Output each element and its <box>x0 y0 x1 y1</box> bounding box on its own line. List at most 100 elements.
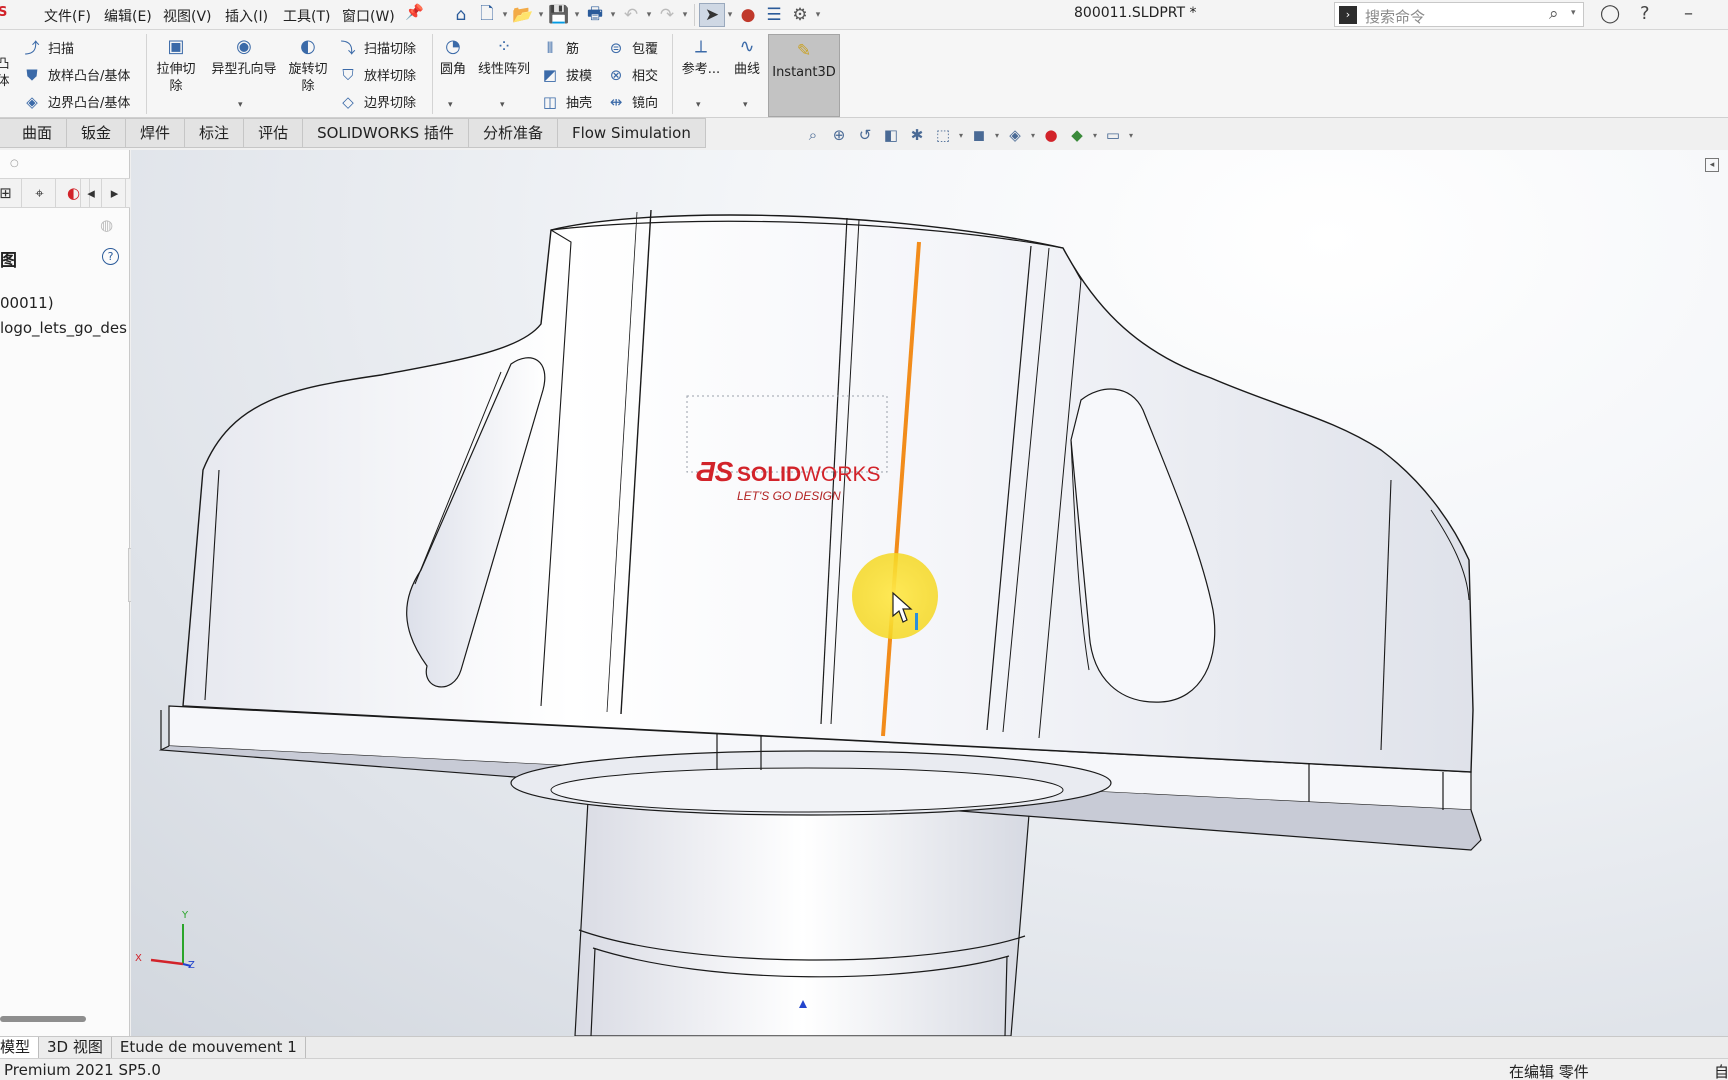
tab-solidworks-addins[interactable]: SOLIDWORKS 插件 <box>303 118 469 148</box>
mirror-button[interactable]: ⇹ 镜向 <box>606 92 658 112</box>
menu-edit[interactable]: 编辑(E) <box>104 6 152 26</box>
solidworks-logo[interactable]: S <box>0 5 7 20</box>
draft-button[interactable]: ◩ 拔模 <box>540 65 592 85</box>
fillet-button[interactable]: ◔ 圆角 <box>436 36 470 78</box>
tab-motion-study[interactable]: Etude de mouvement 1 <box>112 1037 306 1059</box>
pin-icon[interactable]: 📌 <box>405 3 424 21</box>
select-icon[interactable]: ➤ <box>699 3 725 27</box>
tab-model[interactable]: 模型 <box>0 1037 40 1059</box>
new-document-icon[interactable]: 🗋 <box>474 3 500 27</box>
tab-flow-simulation[interactable]: Flow Simulation <box>557 118 706 148</box>
previous-view-icon[interactable]: ↺ <box>852 124 878 146</box>
redo-dropdown-icon[interactable]: ▾ <box>680 10 690 20</box>
hide-show-items-icon[interactable]: ◈ <box>1002 124 1028 146</box>
new-dropdown-icon[interactable]: ▾ <box>500 10 510 20</box>
tab-sheet-metal[interactable]: 钣金 <box>67 118 127 148</box>
property-manager-tab-icon[interactable]: ⊞ <box>0 179 22 207</box>
reference-geometry-button[interactable]: ⟂ 参考... <box>676 36 726 78</box>
menu-window[interactable]: 窗口(W) <box>342 6 395 26</box>
minimize-icon[interactable]: – <box>1684 3 1693 24</box>
save-dropdown-icon[interactable]: ▾ <box>572 10 582 20</box>
intersect-icon: ⊗ <box>609 65 623 84</box>
undo-dropdown-icon[interactable]: ▾ <box>644 10 654 20</box>
reference-dropdown-icon[interactable]: ▾ <box>696 100 701 110</box>
sweep-button[interactable]: ⤴ 扫描 <box>22 38 74 57</box>
panel-handle-icon[interactable]: ○ <box>10 158 19 169</box>
filter-icon[interactable]: ◍ <box>100 216 113 234</box>
boundary-boss-button[interactable]: ◈ 边界凸台/基体 <box>22 92 130 112</box>
rebuild-icon[interactable]: ● <box>735 3 761 27</box>
menu-file[interactable]: 文件(F) <box>44 6 91 26</box>
view-orientation-dropdown-icon[interactable]: ▾ <box>956 131 966 140</box>
file-properties-icon[interactable]: ☰ <box>761 3 787 27</box>
boss-partial-button[interactable]: 凸 体 <box>0 56 14 90</box>
intersect-button[interactable]: ⊗ 相交 <box>606 65 658 85</box>
shell-button[interactable]: ◫ 抽壳 <box>540 92 592 112</box>
hole-wizard-dropdown-icon[interactable]: ▾ <box>238 100 243 110</box>
wrap-button[interactable]: ⊜ 包覆 <box>606 38 658 58</box>
tab-3d-view[interactable]: 3D 视图 <box>39 1037 112 1059</box>
options-icon[interactable]: ⚙ <box>787 3 813 27</box>
loft-boss-button[interactable]: ⛊ 放样凸台/基体 <box>22 65 130 85</box>
swept-cut-button[interactable]: ⤵ 扫描切除 <box>338 38 416 57</box>
boundary-cut-button[interactable]: ◇ 边界切除 <box>338 92 416 112</box>
view-settings-icon[interactable]: ▭ <box>1100 124 1126 146</box>
undo-icon[interactable]: ↶ <box>618 3 644 27</box>
tree-item-logo-decal[interactable]: logo_lets_go_des <box>0 319 127 337</box>
display-style-dropdown-icon[interactable]: ▾ <box>992 131 1002 140</box>
scene-dropdown-icon[interactable]: ▾ <box>1090 131 1100 140</box>
search-commands-box[interactable]: › 搜索命令 ⌕ ▾ <box>1334 2 1584 27</box>
view-orientation-icon[interactable]: ⬚ <box>930 124 956 146</box>
horizontal-scrollbar[interactable] <box>0 1016 86 1022</box>
zoom-to-area-icon[interactable]: ⊕ <box>826 124 852 146</box>
instant3d-button[interactable]: ✎ Instant3D <box>768 34 840 117</box>
open-icon[interactable]: 📂 <box>510 3 536 27</box>
tree-item-part[interactable]: 00011) <box>0 294 54 312</box>
display-style-icon[interactable]: ◼ <box>966 124 992 146</box>
redo-icon[interactable]: ↷ <box>654 3 680 27</box>
print-icon[interactable]: 🖶 <box>582 3 608 27</box>
hole-wizard-button[interactable]: ◉ 异型孔向导 <box>206 36 282 78</box>
save-icon[interactable]: 💾 <box>546 3 572 27</box>
lofted-cut-button[interactable]: ⛉ 放样切除 <box>338 65 416 85</box>
tab-markup[interactable]: 标注 <box>185 118 245 148</box>
tab-evaluate[interactable]: 评估 <box>244 118 304 148</box>
linear-pattern-button[interactable]: ⁘ 线性阵列 <box>474 36 534 78</box>
select-dropdown-icon[interactable]: ▾ <box>725 10 735 20</box>
view-settings-dropdown-icon[interactable]: ▾ <box>1126 131 1136 140</box>
account-icon[interactable]: ◯ <box>1600 3 1620 24</box>
pattern-dropdown-icon[interactable]: ▾ <box>500 100 505 110</box>
menu-insert[interactable]: 插入(I) <box>225 6 268 26</box>
tab-surfaces[interactable]: 曲面 <box>0 118 68 148</box>
tab-analysis-preparation[interactable]: 分析准备 <box>468 118 558 148</box>
tab-weldments[interactable]: 焊件 <box>126 118 186 148</box>
revolved-cut-button[interactable]: ◐ 旋转切除 <box>284 36 332 95</box>
hide-show-dropdown-icon[interactable]: ▾ <box>1028 131 1038 140</box>
zoom-to-fit-icon[interactable]: ⌕ <box>800 124 826 146</box>
apply-scene-icon[interactable]: ◆ <box>1064 124 1090 146</box>
tab-scroll-right-icon[interactable]: ▸ <box>104 179 126 207</box>
curves-button[interactable]: ∿ 曲线 <box>730 36 764 78</box>
section-view-icon[interactable]: ◧ <box>878 124 904 146</box>
print-dropdown-icon[interactable]: ▾ <box>608 10 618 20</box>
fillet-dropdown-icon[interactable]: ▾ <box>448 100 453 110</box>
search-icon[interactable]: ⌕ <box>1549 4 1559 24</box>
boundary-cut-icon: ◇ <box>342 92 354 111</box>
home-icon[interactable]: ⌂ <box>448 3 474 27</box>
extruded-cut-button[interactable]: ▣ 拉伸切除 <box>152 36 200 95</box>
help-icon[interactable]: ? <box>102 248 119 265</box>
open-dropdown-icon[interactable]: ▾ <box>536 10 546 20</box>
curves-dropdown-icon[interactable]: ▾ <box>743 100 748 110</box>
menu-view[interactable]: 视图(V) <box>163 6 212 26</box>
options-dropdown-icon[interactable]: ▾ <box>813 10 823 20</box>
dynamic-annotation-icon[interactable]: ✱ <box>904 124 930 146</box>
search-dropdown-icon[interactable]: ▾ <box>1571 8 1576 18</box>
configuration-manager-tab-icon[interactable]: ⌖ <box>24 179 56 207</box>
rib-button[interactable]: ⫴ 筋 <box>540 38 579 58</box>
search-input[interactable]: 搜索命令 <box>1365 6 1425 27</box>
tab-scroll-left-icon[interactable]: ◂ <box>80 179 102 207</box>
menu-tools[interactable]: 工具(T) <box>283 6 330 26</box>
help-icon[interactable]: ? <box>1640 3 1650 24</box>
graphics-area[interactable]: ◂ ƋS SOLIDWORKS LET'S GO DESIGN Y X Z <box>131 150 1728 1036</box>
edit-appearance-icon[interactable]: ● <box>1038 124 1064 146</box>
